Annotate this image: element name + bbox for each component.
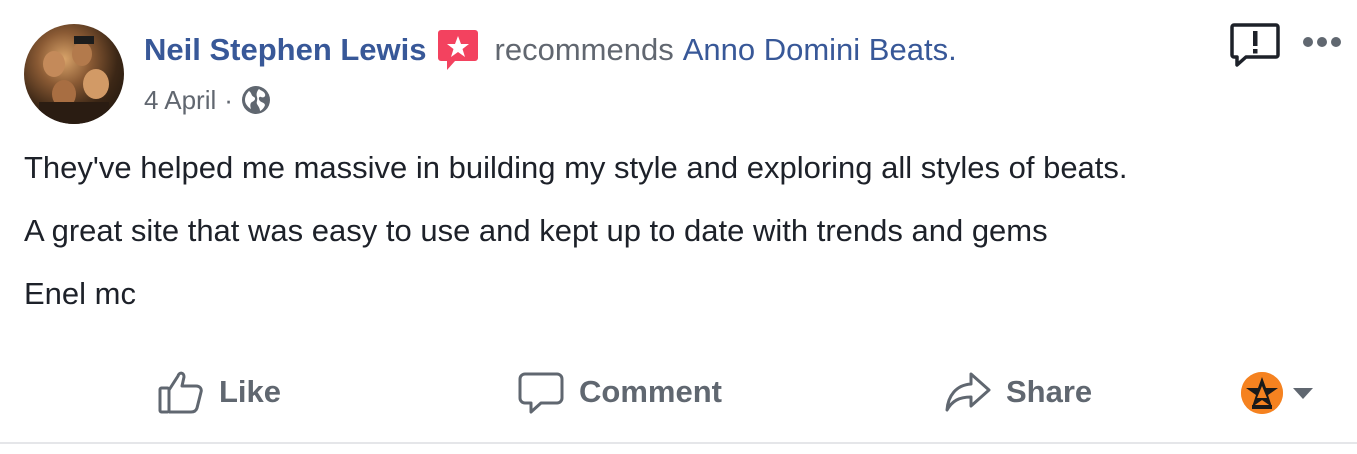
share-arrow-icon [945, 372, 991, 412]
post-date-link[interactable]: 4 April [144, 85, 216, 116]
post-body-line: They've helped me massive in building my… [24, 150, 1128, 185]
acting-as-page-selector[interactable] [1241, 372, 1313, 414]
comment-icon [518, 372, 564, 414]
comment-button[interactable]: Comment [517, 362, 722, 422]
like-label: Like [219, 374, 282, 409]
post-meta: 4 April · [144, 82, 271, 118]
post-body-line: Enel mc [24, 276, 136, 311]
divider [0, 442, 1357, 444]
meta-separator: · [224, 84, 233, 115]
post-body-line: A great site that was easy to use and ke… [24, 213, 1048, 248]
post-header: Neil Stephen Lewis recommends Anno Domin… [144, 28, 957, 72]
globe-icon[interactable] [241, 85, 271, 115]
author-avatar[interactable] [24, 24, 124, 124]
more-options-icon[interactable] [1300, 30, 1344, 54]
like-button[interactable]: Like [157, 362, 281, 422]
recommendation-post: Neil Stephen Lewis recommends Anno Domin… [0, 0, 1357, 454]
chevron-down-icon[interactable] [1293, 387, 1313, 399]
thumbs-up-icon [158, 371, 203, 414]
page-logo-avatar [1241, 372, 1283, 414]
page-name-text[interactable]: Anno Domini Beats [683, 32, 948, 67]
post-actions-bar: Like Comment Share [0, 362, 1357, 422]
recommends-text: recommends [494, 32, 674, 67]
share-button[interactable]: Share [944, 362, 1092, 422]
report-icon[interactable] [1230, 22, 1280, 68]
post-body: They've helped me massive in building my… [24, 148, 1128, 337]
author-name-link[interactable]: Neil Stephen Lewis [144, 32, 427, 68]
share-label: Share [1006, 374, 1093, 409]
page-name-link[interactable]: Anno Domini Beats. [683, 32, 957, 68]
page-name-suffix: . [948, 32, 957, 67]
comment-label: Comment [579, 374, 722, 409]
recommendation-star-icon [437, 28, 479, 72]
